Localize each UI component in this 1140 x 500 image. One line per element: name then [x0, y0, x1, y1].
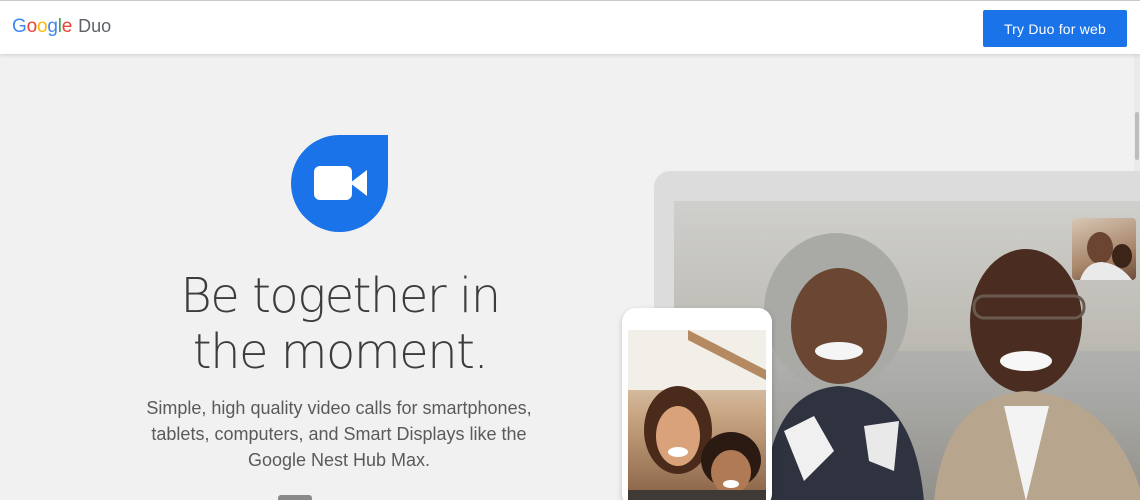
scrollbar-thumb[interactable] [1135, 112, 1139, 160]
google-duo-logo[interactable]: Google Duo [12, 16, 111, 38]
headline-line-1: Be together in [180, 268, 501, 324]
hero-headline: Be together in the moment. [140, 268, 540, 380]
smartphone-mockup [622, 308, 772, 500]
self-view-thumbnail [1072, 218, 1136, 280]
download-button-partial[interactable] [278, 495, 312, 500]
phone-video-call-photo [628, 330, 766, 500]
google-wordmark: Google [12, 16, 73, 37]
duo-video-camera-icon [291, 135, 388, 232]
top-app-bar: Google Duo Try Duo for web [0, 0, 1140, 54]
try-duo-for-web-button[interactable]: Try Duo for web [983, 10, 1127, 47]
mother-child-illustration [628, 330, 766, 500]
hero-description: Simple, high quality video calls for sma… [146, 398, 532, 470]
pip-illustration [1080, 232, 1132, 280]
headline-line-2: the moment. [192, 324, 489, 380]
product-name: Duo [78, 16, 112, 36]
